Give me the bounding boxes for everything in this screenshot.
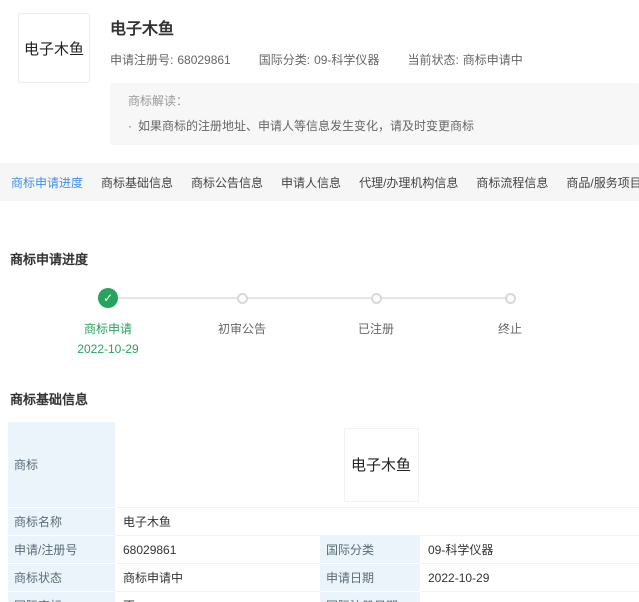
table-label-trademark: 商标 (8, 422, 115, 508)
progress-section-heading: 商标申请进度 (10, 249, 639, 268)
trademark-notice-box: 商标解读： 如果商标的注册地址、申请人等信息发生变化，请及时变更商标 (110, 83, 639, 145)
trademark-meta-row: 申请注册号: 68029861 国际分类: 09-科学仪器 当前状态: 商标申请中 (110, 51, 639, 68)
tab-announcement-info[interactable]: 商标公告信息 (182, 174, 272, 191)
table-label-apply-date: 申请日期 (320, 564, 420, 592)
table-label-status: 商标状态 (8, 564, 115, 592)
step-trademark-application: ✓ 商标申请 2022-10-29 (41, 288, 175, 356)
step-date: 2022-10-29 (77, 342, 138, 356)
table-value-intl-reg-date: - (420, 592, 639, 602)
table-label-intl-class: 国际分类 (320, 536, 420, 564)
step-terminated: 终止 (443, 288, 577, 356)
meta-value: 68029861 (177, 53, 230, 67)
meta-current-status: 当前状态: 商标申请中 (407, 51, 522, 68)
trademark-image: 电子木鱼 (344, 428, 419, 502)
meta-label: 申请注册号: (110, 53, 173, 67)
step-registered: 已注册 (309, 288, 443, 356)
notice-title: 商标解读： (128, 92, 627, 109)
meta-international-class: 国际分类: 09-科学仪器 (259, 51, 380, 68)
tab-application-progress[interactable]: 商标申请进度 (2, 174, 92, 191)
tab-agency-info[interactable]: 代理/办理机构信息 (350, 174, 467, 191)
table-label-name: 商标名称 (8, 508, 115, 536)
table-value-status: 商标申请中 (115, 564, 320, 592)
step-label: 终止 (498, 320, 522, 337)
step-circle-icon (237, 293, 248, 304)
basic-info-table: 商标 电子木鱼 商标名称 电子木鱼 申请/注册号 68029861 国际分类 0… (8, 422, 639, 602)
step-circle-icon (371, 293, 382, 304)
step-label: 商标申请 (84, 320, 132, 337)
meta-application-number: 申请注册号: 68029861 (110, 51, 231, 68)
table-value-intl-trademark: 否 (115, 592, 320, 602)
tab-applicant-info[interactable]: 申请人信息 (272, 174, 350, 191)
tab-process-info[interactable]: 商标流程信息 (467, 174, 557, 191)
table-label-intl-trademark: 国际商标 (8, 592, 115, 602)
meta-value: 商标申请中 (463, 53, 523, 67)
tab-basic-info[interactable]: 商标基础信息 (92, 174, 182, 191)
table-value-trademark: 电子木鱼 (115, 422, 639, 508)
tab-bar: 商标申请进度 商标基础信息 商标公告信息 申请人信息 代理/办理机构信息 商标流… (0, 163, 639, 201)
table-value-reg-number: 68029861 (115, 536, 320, 564)
meta-label: 当前状态: (407, 53, 458, 67)
meta-label: 国际分类: (259, 53, 310, 67)
step-preliminary-publication: 初审公告 (175, 288, 309, 356)
tab-goods-services[interactable]: 商品/服务项目 (557, 174, 639, 191)
trademark-logo-text: 电子木鱼 (24, 38, 84, 59)
table-label-intl-reg-date: 国际注册日期 (320, 592, 420, 602)
notice-item: 如果商标的注册地址、申请人等信息发生变化，请及时变更商标 (128, 117, 627, 134)
trademark-logo-image: 电子木鱼 (18, 13, 90, 83)
check-icon: ✓ (98, 288, 118, 308)
application-progress-stepper: ✓ 商标申请 2022-10-29 初审公告 已注册 终止 (41, 288, 577, 356)
table-value-intl-class: 09-科学仪器 (420, 536, 639, 564)
page-title: 电子木鱼 (110, 13, 639, 39)
step-label: 已注册 (358, 320, 394, 337)
page-header: 电子木鱼 电子木鱼 申请注册号: 68029861 国际分类: 09-科学仪器 当前… (0, 0, 639, 145)
basic-info-section-heading: 商标基础信息 (10, 389, 639, 408)
trademark-image-text: 电子木鱼 (351, 454, 411, 475)
table-label-reg-number: 申请/注册号 (8, 536, 115, 564)
table-value-apply-date: 2022-10-29 (420, 564, 639, 592)
meta-value: 09-科学仪器 (314, 53, 379, 67)
table-value-name: 电子木鱼 (115, 508, 639, 536)
step-circle-icon (505, 293, 516, 304)
step-label: 初审公告 (218, 320, 266, 337)
